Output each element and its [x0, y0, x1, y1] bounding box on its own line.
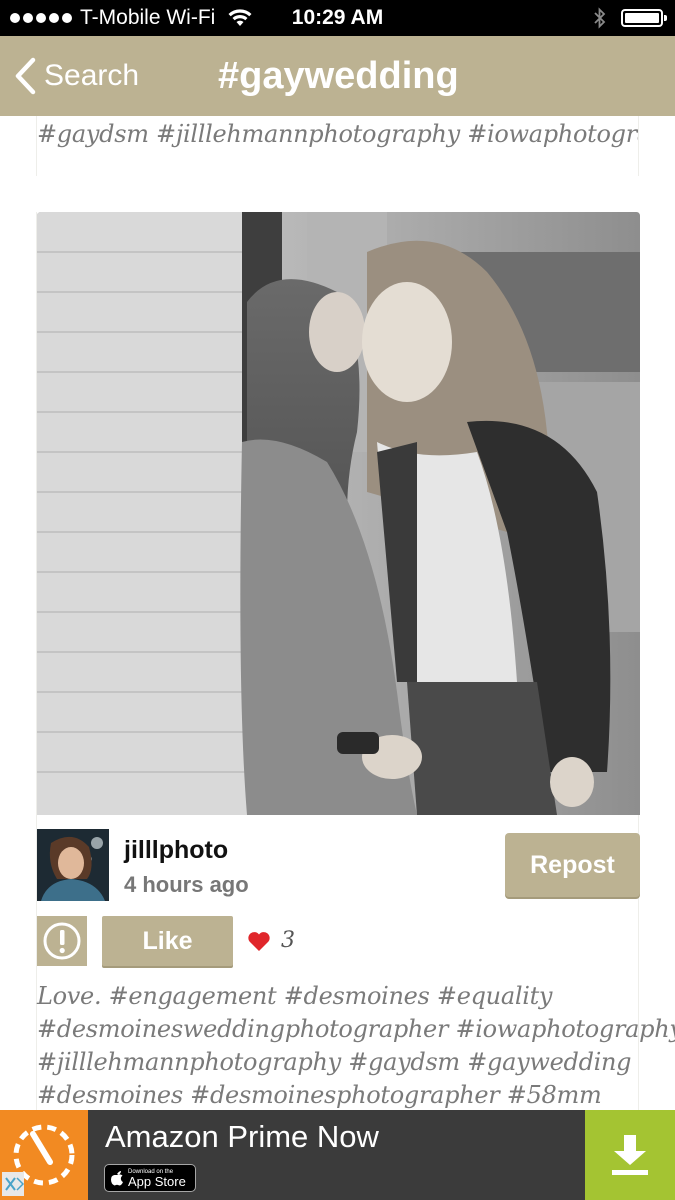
previous-caption-text: #gaydsm #jilllehmannphotography #iowapho… [37, 120, 639, 148]
avatar-image [37, 829, 109, 901]
repost-button[interactable]: Repost [505, 833, 640, 897]
post-card: jilllphoto 4 hours ago Repost Like 3 Lov… [36, 212, 675, 1112]
app-store-badge[interactable]: Download on the App Store [104, 1164, 196, 1192]
caption-line: Love. #engagement #desmoines #equality [37, 982, 553, 1010]
heart-icon [248, 931, 270, 951]
post-caption: Love. #engagement #desmoines #equality #… [37, 980, 675, 1112]
caption-line: #desmoines #desmoinesphotographer #58mm [37, 1081, 602, 1109]
like-counter: 3 [247, 928, 295, 953]
back-button[interactable]: Search [14, 36, 139, 116]
status-right [593, 0, 667, 36]
page-title: #gaywedding [218, 55, 459, 97]
download-button[interactable] [585, 1110, 675, 1200]
battery-icon [621, 9, 667, 27]
caption-line: #desmoinesweddingphotographer #iowaphoto… [37, 1015, 675, 1043]
post-photo[interactable] [37, 212, 640, 815]
report-icon [43, 922, 81, 960]
back-label: Search [44, 59, 140, 92]
report-button[interactable] [37, 916, 87, 966]
download-icon [612, 1135, 648, 1175]
avatar[interactable] [37, 829, 109, 901]
status-time: 10:29 AM [291, 6, 384, 29]
username[interactable]: jilllphoto [124, 836, 228, 865]
close-icon[interactable] [2, 1172, 25, 1196]
caption-line: #jilllehmannphotography #gaydsm #gaywedd… [37, 1048, 632, 1076]
like-count: 3 [281, 928, 295, 953]
like-button[interactable]: Like [102, 916, 233, 966]
previous-post-caption: #gaydsm #jilllehmannphotography #iowapho… [36, 116, 639, 176]
chevron-left-icon [15, 57, 36, 95]
badge-big-text: App Store [128, 1173, 186, 1189]
timestamp: 4 hours ago [124, 872, 249, 897]
status-bar: T-Mobile Wi-Fi 10:29 AM [0, 0, 675, 36]
ad-title[interactable]: Amazon Prime Now [105, 1119, 379, 1155]
nav-bar: Search #gaywedding [0, 36, 675, 116]
badge-text: Download on the App Store [128, 1169, 186, 1188]
apple-icon [111, 1171, 123, 1186]
photo-illustration [37, 212, 640, 815]
bluetooth-icon [594, 7, 606, 29]
